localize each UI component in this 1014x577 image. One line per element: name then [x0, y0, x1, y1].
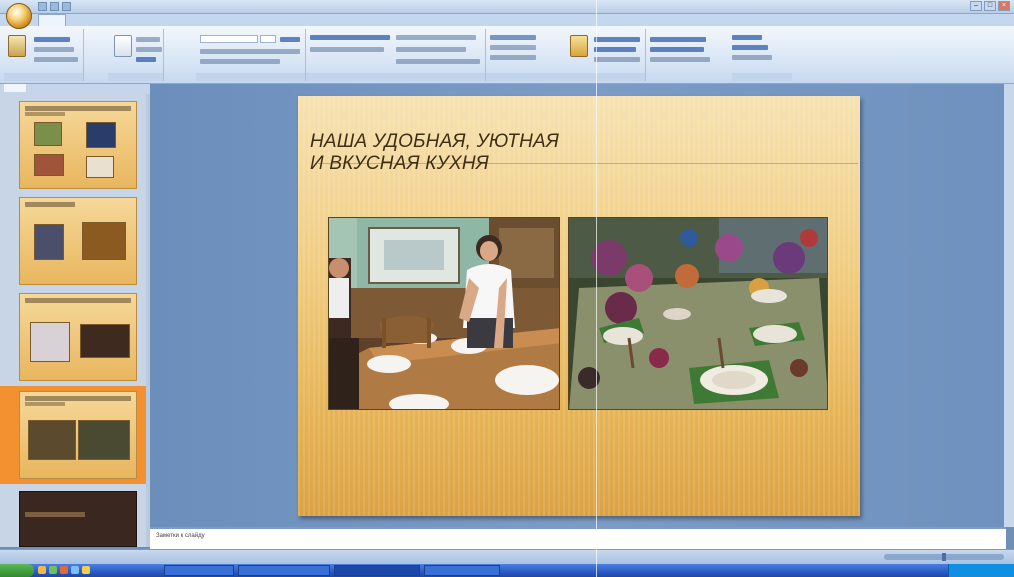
- window-controls: – □ ×: [970, 1, 1010, 11]
- taskbar-item-1[interactable]: [164, 565, 234, 576]
- slide-thumb-row-3[interactable]: [0, 290, 146, 384]
- maximize-icon[interactable]: □: [984, 1, 996, 11]
- slide-thumbnail[interactable]: [19, 197, 137, 285]
- save-icon[interactable]: [38, 2, 47, 11]
- slide-thumbnails: [0, 94, 150, 547]
- tab-outline[interactable]: [28, 84, 56, 92]
- notes-pane[interactable]: Заметки к слайду: [150, 527, 1006, 549]
- font-name-field[interactable]: [200, 35, 258, 43]
- taskbar: [0, 564, 1014, 577]
- table-setting-illustration: [569, 218, 827, 409]
- slide-thumbnail[interactable]: [19, 101, 137, 189]
- tab-format[interactable]: [284, 14, 306, 26]
- tab-view[interactable]: [254, 14, 280, 26]
- tab-slides[interactable]: [4, 84, 26, 92]
- taskbar-item-2[interactable]: [238, 565, 330, 576]
- tab-animation[interactable]: [132, 14, 166, 26]
- zoom-slider[interactable]: [884, 553, 1004, 561]
- ribbon-tabs: [0, 14, 1014, 26]
- new-slide-icon[interactable]: [114, 35, 132, 57]
- group-slides: [108, 29, 164, 81]
- redo-icon[interactable]: [62, 2, 71, 11]
- font-size-field[interactable]: [260, 35, 276, 43]
- tab-slideshow[interactable]: [170, 14, 210, 26]
- slide-title[interactable]: НАША УДОБНАЯ, УЮТНАЯ И ВКУСНАЯ КУХНЯ: [310, 131, 730, 175]
- tab-home[interactable]: [38, 14, 66, 26]
- slide-thumbnail[interactable]: [19, 293, 137, 381]
- slide-thumb-row-2[interactable]: [0, 194, 146, 288]
- quick-access-toolbar: [38, 2, 71, 11]
- tab-insert[interactable]: [70, 14, 96, 26]
- ribbon: [0, 26, 1014, 84]
- slides-panel: [0, 84, 150, 547]
- table-setting-photo[interactable]: [568, 217, 828, 410]
- slide-thumbnail[interactable]: [19, 491, 137, 547]
- kitchen-photo[interactable]: [328, 217, 560, 410]
- tab-review[interactable]: [214, 14, 250, 26]
- mail-icon[interactable]: [71, 566, 79, 574]
- slide-title-line-1: НАША УДОБНАЯ, УЮТНАЯ: [310, 131, 560, 152]
- slide-thumb-row-1[interactable]: [0, 98, 146, 192]
- minimize-icon[interactable]: –: [970, 1, 982, 11]
- quick-launch: [38, 566, 90, 574]
- slide-thumb-row-5[interactable]: [0, 488, 146, 548]
- group-paragraph: [306, 29, 486, 81]
- slides-panel-tabs: [0, 84, 150, 94]
- zoom-thumb[interactable]: [942, 553, 946, 561]
- browser-icon[interactable]: [38, 566, 46, 574]
- media-icon[interactable]: [60, 566, 68, 574]
- taskbar-item-4[interactable]: [424, 565, 500, 576]
- app-icon[interactable]: [82, 566, 90, 574]
- workspace-scrollbar[interactable]: [1004, 84, 1014, 527]
- paste-icon[interactable]: [8, 35, 26, 57]
- start-button[interactable]: [0, 564, 34, 577]
- title-bar: – □ ×: [0, 0, 1014, 14]
- slide-title-line-2: И ВКУСНАЯ КУХНЯ: [310, 153, 489, 174]
- group-font: [196, 29, 306, 81]
- taskbar-item-powerpoint[interactable]: [334, 565, 420, 576]
- kitchen-illustration: [329, 218, 559, 409]
- close-icon[interactable]: ×: [998, 1, 1010, 11]
- group-clipboard: [4, 29, 84, 81]
- arrange-icon[interactable]: [570, 35, 588, 57]
- notes-placeholder: Заметки к слайду: [156, 533, 205, 539]
- group-editing: [646, 29, 796, 81]
- undo-icon[interactable]: [50, 2, 59, 11]
- status-bar: [0, 549, 1014, 564]
- desktop-icon[interactable]: [49, 566, 57, 574]
- slide-thumbnail-selected[interactable]: [19, 391, 137, 479]
- system-tray: [948, 564, 1014, 577]
- tab-design[interactable]: [100, 14, 128, 26]
- office-button-icon[interactable]: [6, 3, 32, 29]
- group-drawing: [486, 29, 646, 81]
- slide-thumb-row-4-selected[interactable]: [0, 386, 146, 484]
